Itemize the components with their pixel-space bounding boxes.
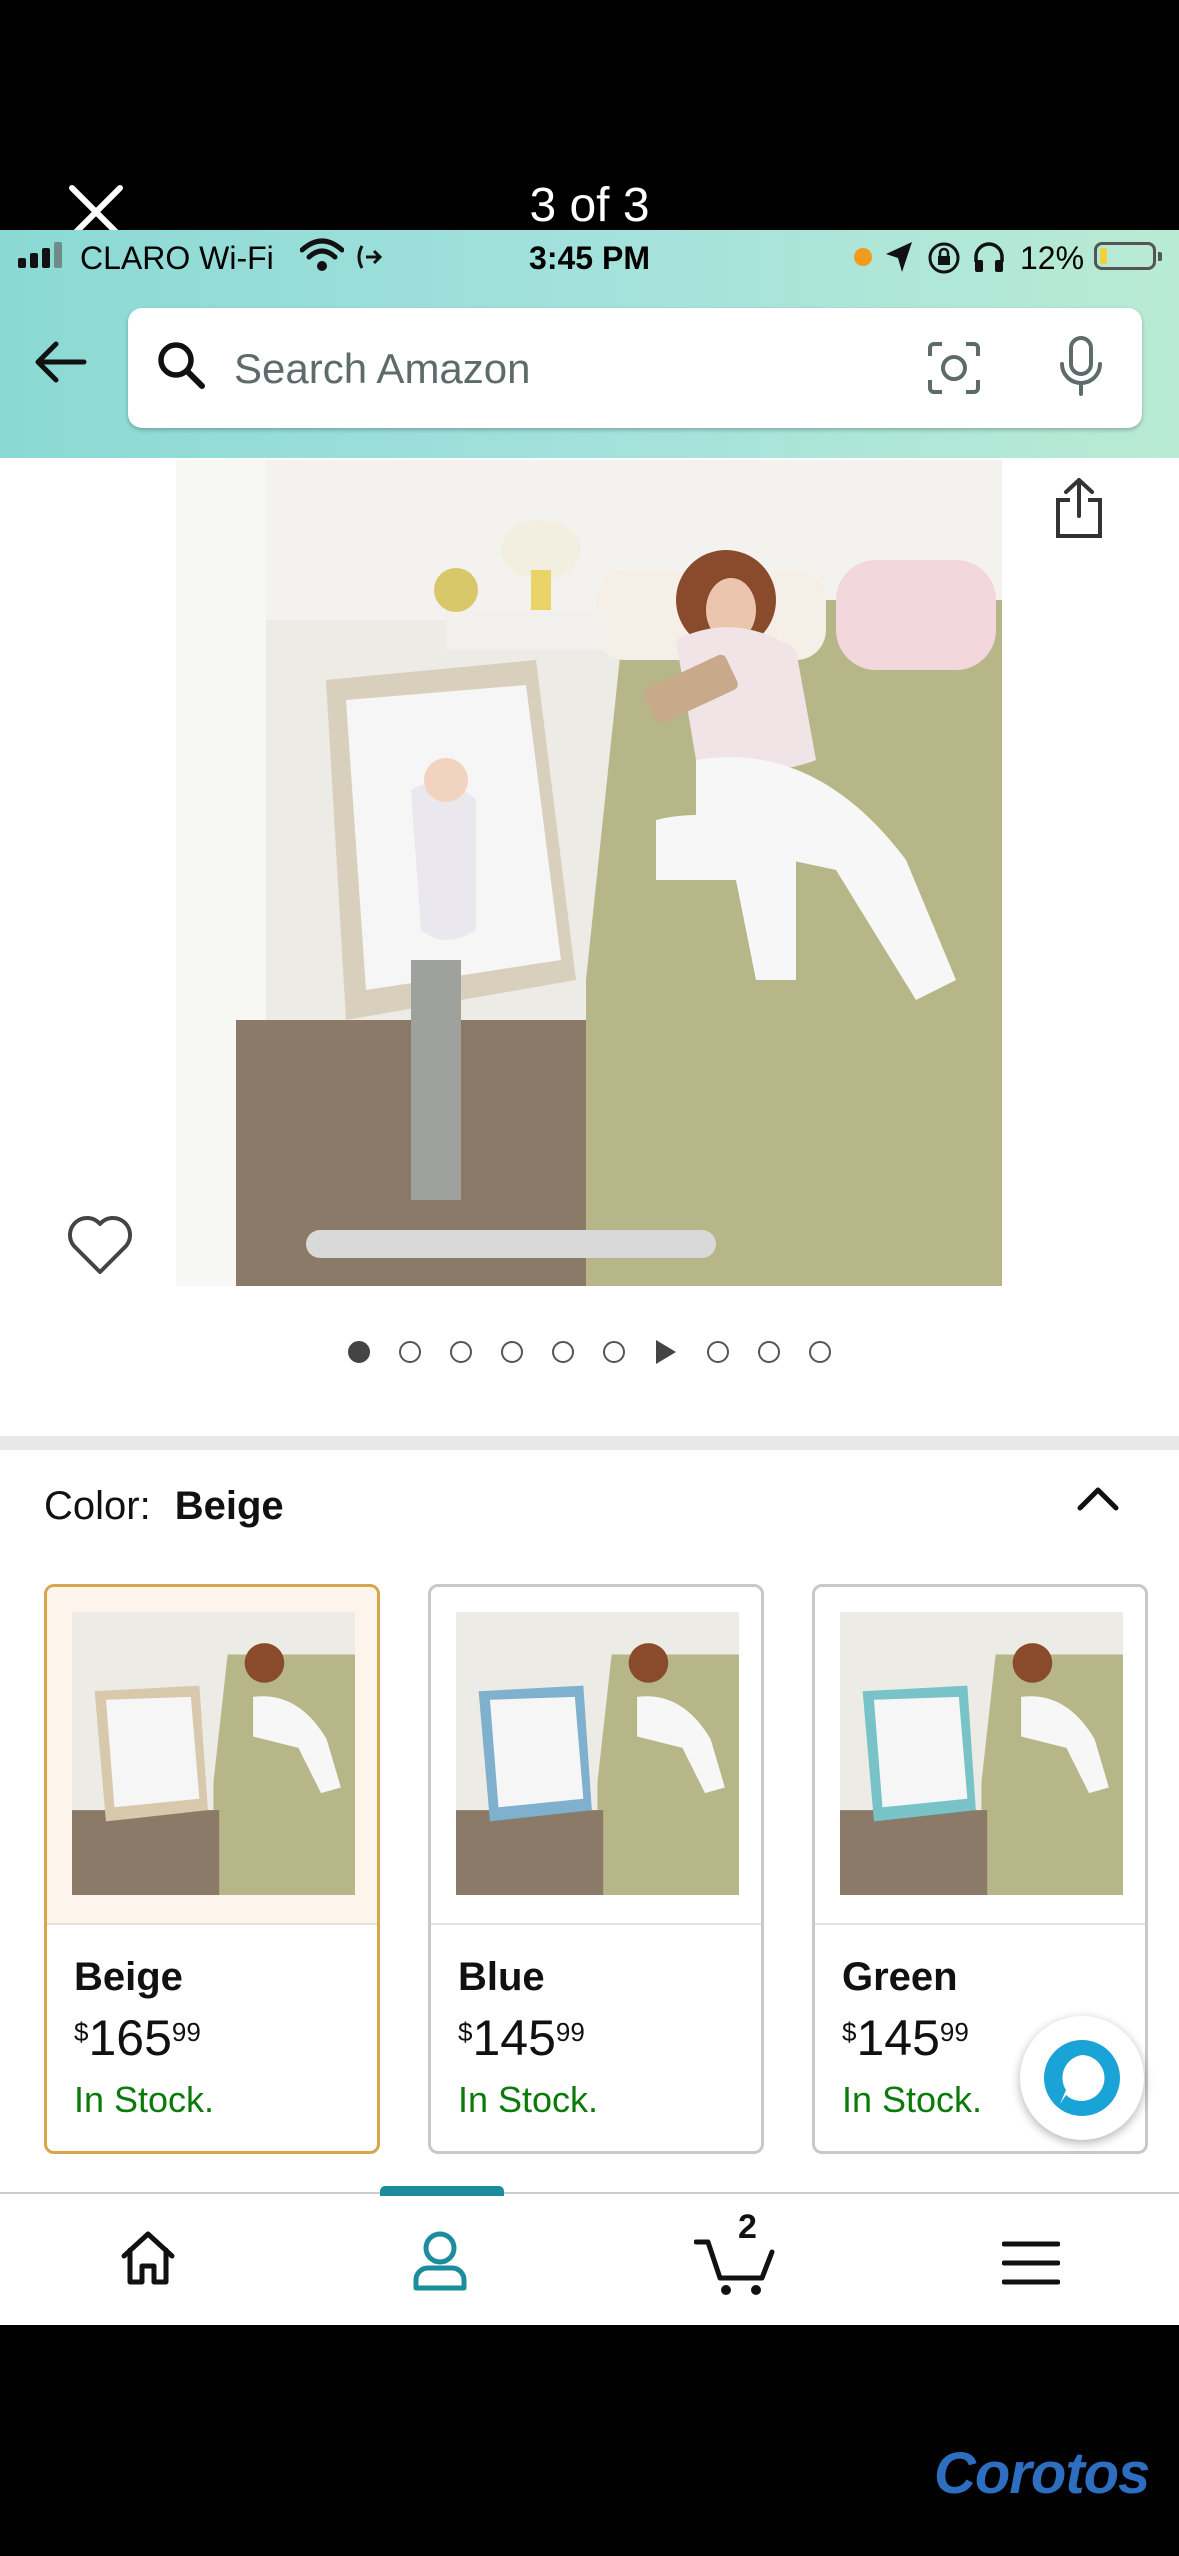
price-currency: $: [458, 2017, 473, 2047]
corotos-watermark: Corotos: [934, 2441, 1150, 2506]
color-option-beige[interactable]: Beige $165 99 In Stock.: [44, 1584, 380, 2154]
pagination-dot[interactable]: [501, 1341, 523, 1363]
price-fraction: 99: [171, 2017, 201, 2047]
price-fraction: 99: [939, 2017, 969, 2047]
pagination-dot[interactable]: [809, 1341, 831, 1363]
battery-icon: [1094, 242, 1162, 270]
color-thumbnail: [72, 1612, 355, 1895]
orientation-lock-icon: [928, 242, 960, 274]
price-fraction: 99: [555, 2017, 585, 2047]
pagination-dot[interactable]: [603, 1341, 625, 1363]
price-whole: 145: [472, 2010, 556, 2066]
option-price: $145 99: [842, 2011, 969, 2065]
option-name: Green: [842, 1955, 958, 1999]
cart-icon[interactable]: [694, 2236, 778, 2296]
search-input[interactable]: [232, 330, 936, 408]
option-price: $145 99: [458, 2011, 585, 2065]
color-option-blue[interactable]: Blue $145 99 In Stock.: [428, 1584, 764, 2154]
account-icon[interactable]: [410, 2228, 470, 2292]
pagination-dot[interactable]: [450, 1341, 472, 1363]
price-whole: 145: [856, 2010, 940, 2066]
status-bar: CLARO Wi-Fi 3:45 PM 12%: [0, 230, 1179, 290]
option-price: $165 99: [74, 2011, 201, 2065]
privacy-indicator-dot: [854, 248, 872, 266]
active-tab-indicator: [380, 2186, 504, 2196]
stock-status: In Stock.: [842, 2079, 983, 2120]
price-currency: $: [74, 2017, 89, 2047]
menu-icon[interactable]: [1002, 2240, 1060, 2286]
search-icon: [158, 342, 205, 389]
price-currency: $: [842, 2017, 857, 2047]
headphones-icon: [974, 242, 1004, 272]
app-header: CLARO Wi-Fi 3:45 PM 12% Search Amazon: [0, 230, 1179, 458]
color-thumbnail: [840, 1612, 1123, 1895]
stock-status: In Stock.: [458, 2079, 599, 2120]
option-name: Beige: [74, 1955, 183, 1999]
color-thumbnail: [456, 1612, 739, 1895]
chevron-up-icon[interactable]: [1076, 1482, 1120, 1512]
bottom-navigation: 2: [0, 2186, 1179, 2325]
battery-percent: 12%: [1020, 240, 1085, 276]
alexa-icon: [1044, 2040, 1120, 2116]
option-thumbnail-frame: [815, 1587, 1145, 1925]
location-arrow-icon: [886, 242, 912, 272]
pagination-dot[interactable]: [348, 1341, 370, 1363]
search-bar[interactable]: [128, 308, 1142, 428]
selected-color: Beige: [174, 1484, 284, 1528]
option-thumbnail-frame: [431, 1587, 761, 1925]
pagination-dot[interactable]: [707, 1341, 729, 1363]
color-label: Color:: [44, 1484, 151, 1528]
pagination-dot[interactable]: [399, 1341, 421, 1363]
microphone-icon[interactable]: [1056, 334, 1106, 400]
product-image[interactable]: [176, 460, 1002, 1286]
viewer-top-bar: 3 of 3: [0, 0, 1179, 239]
pagination-dot[interactable]: [758, 1341, 780, 1363]
section-divider: [0, 1436, 1179, 1450]
camera-scan-icon[interactable]: [924, 338, 984, 398]
option-thumbnail-frame: [47, 1587, 377, 1925]
image-pagination[interactable]: [0, 1340, 1179, 1364]
back-arrow-icon[interactable]: [32, 340, 88, 384]
option-name: Blue: [458, 1955, 545, 1999]
stock-status: In Stock.: [74, 2079, 215, 2120]
heart-icon[interactable]: [66, 1214, 134, 1276]
video-dot-play-icon[interactable]: [656, 1340, 676, 1364]
phone-screen: CLARO Wi-Fi 3:45 PM 12% Search Amazon Co…: [0, 230, 1179, 2325]
image-counter: 3 of 3: [529, 179, 650, 232]
home-icon[interactable]: [118, 2228, 178, 2288]
price-whole: 165: [88, 2010, 172, 2066]
pagination-dot[interactable]: [552, 1341, 574, 1363]
color-selector-label: Color: Beige: [44, 1484, 284, 1529]
alexa-button[interactable]: [1020, 2016, 1144, 2140]
share-icon[interactable]: [1052, 476, 1106, 540]
